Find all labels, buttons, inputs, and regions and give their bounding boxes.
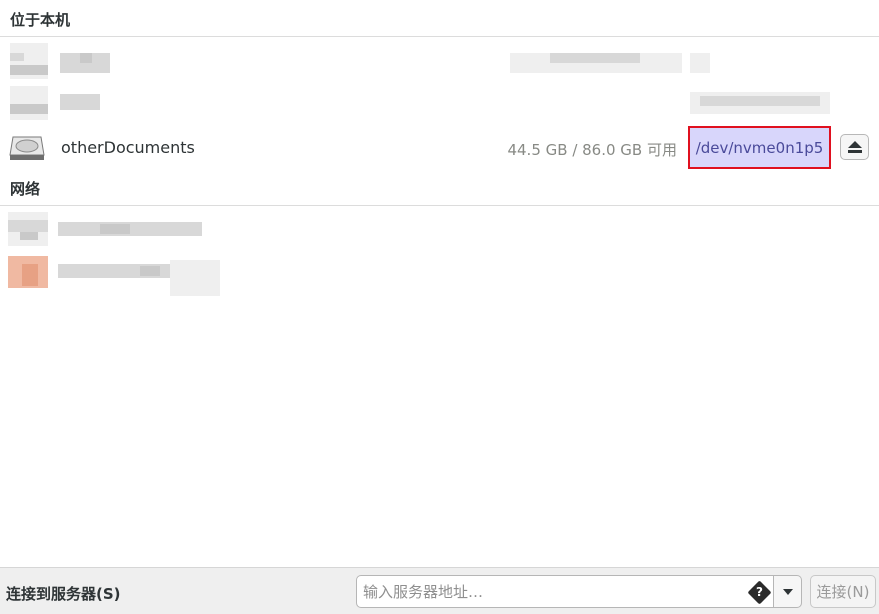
eject-button[interactable] [840, 134, 869, 160]
redacted-pixel [20, 232, 38, 240]
location-row-redacted[interactable] [0, 84, 879, 128]
divider [0, 36, 879, 37]
redacted-pixel [8, 220, 48, 232]
drive-name: otherDocuments [61, 138, 195, 157]
redacted-pixel [80, 53, 92, 63]
drive-icon [9, 136, 45, 160]
help-icon[interactable]: ? [747, 580, 772, 605]
drive-device-path: /dev/nvme0n1p5 [688, 126, 831, 169]
drive-space: 44.5 GB / 86.0 GB 可用 [507, 141, 677, 159]
redacted-pixel [140, 266, 160, 276]
redacted-pixel [10, 65, 48, 75]
redacted-text [58, 222, 202, 236]
redacted-icon [10, 86, 48, 120]
server-address-input[interactable] [356, 575, 774, 608]
connect-to-server-label: 连接到服务器(S) [6, 585, 121, 603]
divider [0, 205, 879, 206]
chevron-down-icon [782, 588, 793, 595]
redacted-pixel [550, 53, 640, 63]
redacted-pixel [700, 96, 820, 106]
network-row-redacted[interactable] [0, 210, 879, 254]
redacted-pixel [170, 260, 220, 296]
help-icon-glyph: ? [756, 585, 763, 599]
section-title-network: 网络 [10, 180, 41, 198]
location-row-redacted[interactable] [0, 41, 879, 85]
eject-icon [847, 141, 862, 153]
redacted-pixel [690, 53, 710, 73]
redacted-pixel [22, 264, 38, 286]
connect-to-server-bar: 连接到服务器(S) ? 连接(N) [0, 567, 879, 614]
redacted-text [60, 94, 100, 110]
network-row-redacted[interactable] [0, 252, 879, 296]
connect-button[interactable]: 连接(N) [810, 575, 876, 608]
redacted-pixel [10, 53, 24, 61]
server-history-dropdown[interactable] [774, 575, 802, 608]
section-title-local: 位于本机 [10, 11, 71, 29]
redacted-pixel [10, 104, 48, 114]
redacted-pixel [100, 224, 130, 234]
